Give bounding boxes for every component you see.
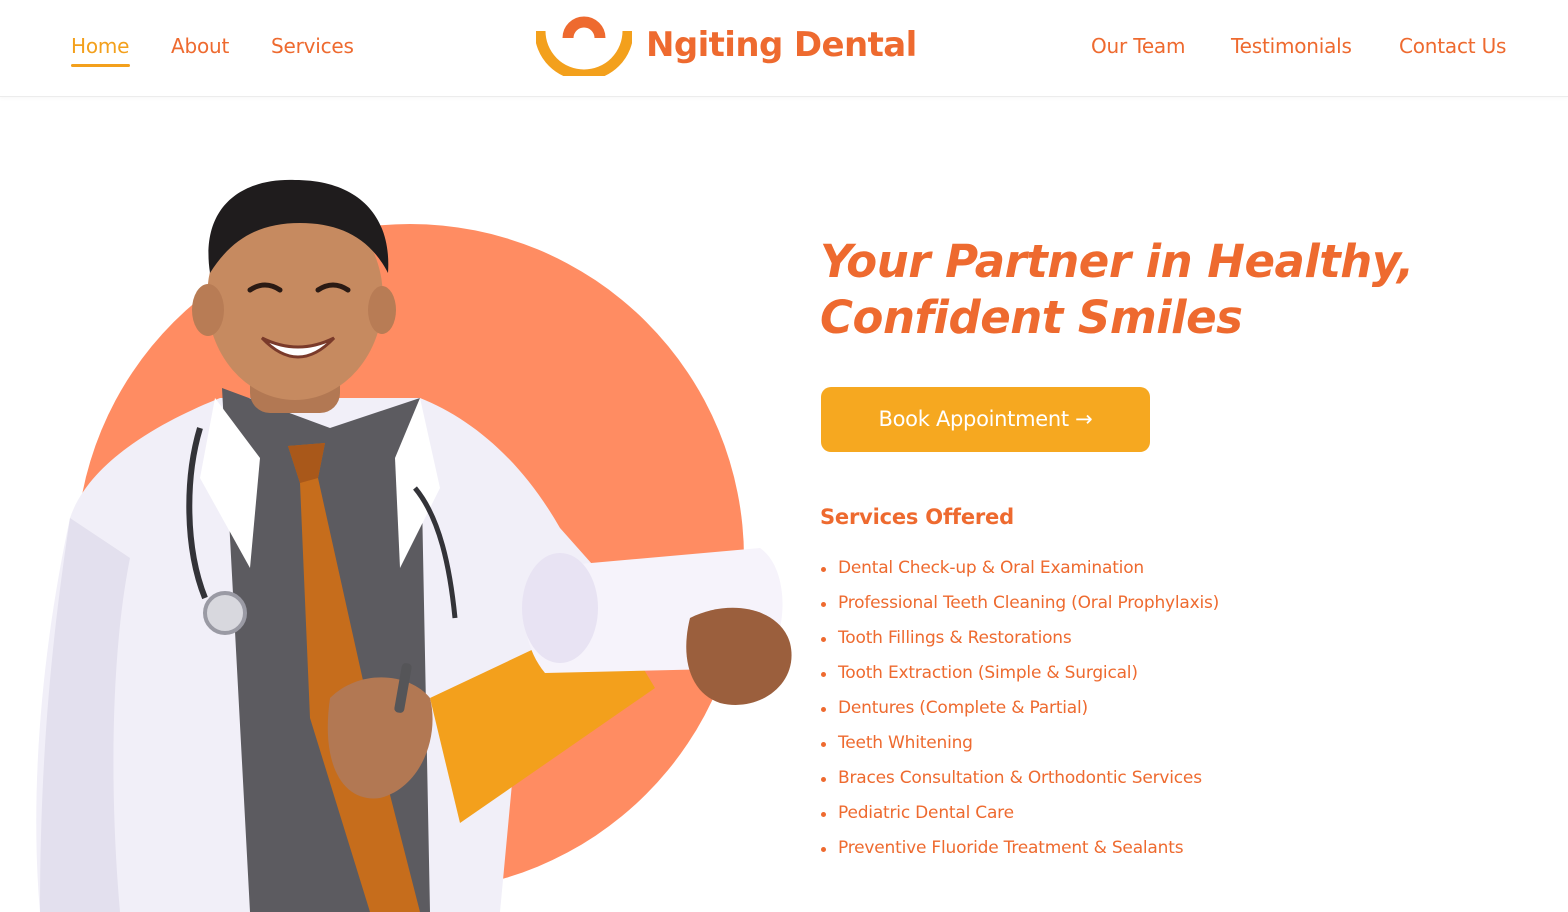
list-item: Dentures (Complete & Partial)	[820, 696, 1219, 731]
service-label: Braces Consultation & Orthodontic Servic…	[838, 768, 1202, 788]
list-item: Dental Check-up & Oral Examination	[820, 556, 1219, 591]
list-item: Teeth Whitening	[820, 731, 1219, 766]
hero-headline-line2: Confident Smiles	[820, 291, 1243, 344]
service-label: Teeth Whitening	[838, 733, 973, 753]
nav-services-link[interactable]: Services	[271, 33, 354, 59]
bullet-icon	[821, 847, 826, 852]
bullet-icon	[821, 742, 826, 747]
service-label: Tooth Fillings & Restorations	[838, 628, 1072, 648]
site-header: Home About Services Ngiting Dental Our T…	[0, 0, 1568, 97]
list-item: Pediatric Dental Care	[820, 801, 1219, 836]
nav-home-link[interactable]: Home	[71, 33, 129, 59]
nav-active-indicator	[71, 64, 130, 67]
nav-our-team-link[interactable]: Our Team	[1091, 33, 1185, 59]
service-label: Professional Teeth Cleaning (Oral Prophy…	[838, 593, 1220, 613]
hero-headline-line1: Your Partner in Healthy,	[820, 235, 1414, 288]
hero-dentist-illustration	[36, 179, 792, 912]
service-label: Preventive Fluoride Treatment & Sealants	[838, 838, 1184, 858]
bullet-icon	[821, 777, 826, 782]
smile-logo-icon	[536, 16, 632, 76]
list-item: Tooth Fillings & Restorations	[820, 626, 1219, 661]
bullet-icon	[821, 707, 826, 712]
list-item: Professional Teeth Cleaning (Oral Prophy…	[820, 591, 1219, 626]
service-label: Dentures (Complete & Partial)	[838, 698, 1088, 718]
bullet-icon	[821, 637, 826, 642]
list-item: Braces Consultation & Orthodontic Servic…	[820, 766, 1219, 801]
book-appointment-button[interactable]: Book Appointment →	[821, 387, 1150, 452]
services-offered-heading: Services Offered	[820, 505, 1014, 529]
list-item: Preventive Fluoride Treatment & Sealants	[820, 836, 1219, 871]
nav-testimonials-link[interactable]: Testimonials	[1231, 33, 1352, 59]
hero-headline: Your Partner in Healthy, Confident Smile…	[820, 234, 1500, 346]
service-label: Dental Check-up & Oral Examination	[838, 558, 1144, 578]
nav-about-link[interactable]: About	[171, 33, 229, 59]
services-list: Dental Check-up & Oral Examination Profe…	[820, 556, 1219, 871]
bullet-icon	[821, 812, 826, 817]
service-label: Pediatric Dental Care	[838, 803, 1014, 823]
brand-logo[interactable]: Ngiting Dental	[536, 14, 917, 76]
service-label: Tooth Extraction (Simple & Surgical)	[838, 663, 1138, 683]
bullet-icon	[821, 602, 826, 607]
nav-contact-us-link[interactable]: Contact Us	[1399, 33, 1506, 59]
brand-name: Ngiting Dental	[646, 25, 917, 65]
list-item: Tooth Extraction (Simple & Surgical)	[820, 661, 1219, 696]
bullet-icon	[821, 672, 826, 677]
bullet-icon	[821, 567, 826, 572]
